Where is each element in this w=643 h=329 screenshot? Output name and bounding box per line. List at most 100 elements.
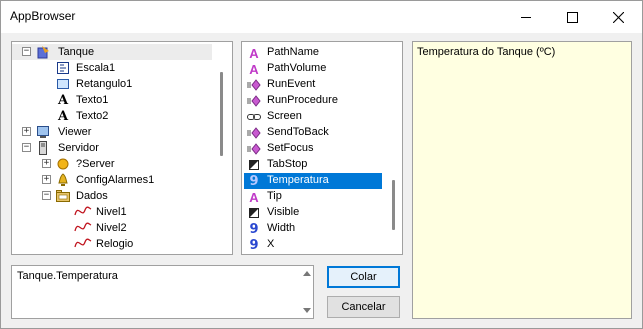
numeric-property-icon: 9 [249, 173, 259, 189]
minimize-button[interactable] [503, 1, 549, 33]
server-icon [36, 141, 50, 155]
property-label: Screen [267, 110, 302, 122]
method-icon [247, 126, 261, 140]
tree-item-label: Dados [76, 190, 108, 202]
description-panel: Temperatura do Tanque (ºC) [412, 41, 632, 319]
object-tree[interactable]: − Tanque Escala1 Retangulo1 A Texto1 A T… [11, 41, 233, 255]
property-scrollbar-thumb[interactable] [392, 180, 395, 230]
tree-item-retangulo1[interactable]: Retangulo1 [12, 76, 212, 92]
tree-item-label: Viewer [58, 126, 92, 138]
paste-button[interactable]: Colar [327, 266, 400, 288]
string-property-icon: A [249, 189, 259, 205]
property-label: PathName [267, 46, 319, 58]
property-label: SetFocus [267, 142, 314, 154]
property-label: TabStop [267, 158, 308, 170]
tree-item-label: Tanque [58, 46, 95, 58]
data-folder-icon [56, 189, 70, 203]
tree-scrollbar-thumb[interactable] [220, 72, 223, 156]
maximize-icon [566, 11, 578, 23]
property-list[interactable]: A PathName A PathVolume RunEvent RunProc… [241, 41, 403, 255]
tree-item-texto2[interactable]: A Texto2 [12, 108, 212, 124]
tag-icon [74, 205, 92, 219]
viewer-icon [36, 125, 50, 139]
window-title: AppBrowser [10, 9, 76, 23]
tree-item-relogio[interactable]: Relogio [12, 236, 212, 252]
appbrowser-window: AppBrowser − Tanque Escala1 Retangulo1 A… [0, 0, 643, 329]
tag-icon [74, 237, 92, 251]
collapse-toggle[interactable]: − [22, 143, 31, 152]
tree-item-viewer[interactable]: + Viewer [12, 124, 212, 140]
property-label: PathVolume [267, 62, 327, 74]
property-label: Temperatura [267, 174, 329, 186]
string-property-icon: A [249, 61, 259, 77]
collapse-toggle[interactable]: − [22, 47, 31, 56]
tree-item-escala1[interactable]: Escala1 [12, 60, 212, 76]
property-item[interactable]: A PathVolume [244, 61, 382, 77]
property-item-selected[interactable]: 9 Temperatura [244, 173, 382, 189]
tag-icon [74, 221, 92, 235]
property-item[interactable]: Visible [244, 205, 382, 221]
container-icon [36, 45, 50, 59]
text-icon: A [57, 92, 69, 108]
tree-item-dados[interactable]: − Dados [12, 188, 212, 204]
object-link-icon [247, 110, 261, 124]
property-label: Visible [267, 206, 300, 218]
property-item[interactable]: Screen [244, 109, 382, 125]
property-label: SendToBack [267, 126, 329, 138]
expand-toggle[interactable]: + [42, 159, 51, 168]
property-item[interactable]: 9 X [244, 237, 382, 253]
rectangle-icon [56, 77, 70, 91]
tree-item-label: Nivel1 [96, 206, 127, 218]
tree-item-label: ConfigAlarmes1 [76, 174, 155, 186]
tree-item-texto1[interactable]: A Texto1 [12, 92, 212, 108]
scroll-up-icon[interactable] [302, 268, 312, 278]
cancel-button[interactable]: Cancelar [327, 296, 400, 318]
maximize-button[interactable] [549, 1, 595, 33]
property-label: Tip [267, 190, 282, 202]
tree-item-nivel1[interactable]: Nivel1 [12, 204, 212, 220]
tree-item-label: Relogio [96, 238, 134, 250]
boolean-property-icon [247, 206, 261, 220]
scroll-down-icon[interactable] [302, 306, 312, 316]
property-item[interactable]: SetFocus [244, 141, 382, 157]
property-item[interactable]: RunProcedure [244, 93, 382, 109]
property-item[interactable]: TabStop [244, 157, 382, 173]
property-item[interactable]: RunEvent [244, 77, 382, 93]
tree-item-label: Servidor [58, 142, 99, 154]
tree-item-tanque[interactable]: − Tanque [12, 44, 212, 60]
expand-toggle[interactable]: + [42, 175, 51, 184]
method-icon [247, 78, 261, 92]
collapse-toggle[interactable]: − [42, 191, 51, 200]
alarm-config-icon [56, 173, 70, 187]
close-button[interactable] [595, 1, 641, 33]
numeric-property-icon: 9 [249, 221, 259, 237]
string-property-icon: A [249, 45, 259, 61]
boolean-property-icon [247, 158, 261, 172]
property-item[interactable]: A PathName [244, 45, 382, 61]
tree-item-server[interactable]: + ?Server [12, 156, 212, 172]
tree-item-label: ?Server [76, 158, 115, 170]
property-item[interactable]: SendToBack [244, 125, 382, 141]
method-icon [247, 94, 261, 108]
tree-item-label: Texto1 [76, 94, 109, 106]
expand-toggle[interactable]: + [22, 127, 31, 136]
numeric-property-icon: 9 [249, 237, 259, 253]
tree-item-servidor[interactable]: − Servidor [12, 140, 212, 156]
minimize-icon [521, 17, 531, 18]
title-bar[interactable]: AppBrowser [1, 1, 642, 33]
property-label: RunProcedure [267, 94, 338, 106]
scale-icon [56, 61, 70, 75]
property-label: RunEvent [267, 78, 316, 90]
expression-value: Tanque.Temperatura [17, 270, 118, 282]
text-icon: A [57, 108, 69, 124]
tree-item-label: Retangulo1 [76, 78, 133, 90]
property-label: Width [267, 222, 296, 234]
property-item[interactable]: 9 Width [244, 221, 382, 237]
tree-item-configalarmes1[interactable]: + ConfigAlarmes1 [12, 172, 212, 188]
property-item[interactable]: A Tip [244, 189, 382, 205]
description-text: Temperatura do Tanque (ºC) [417, 46, 556, 58]
tree-item-nivel2[interactable]: Nivel2 [12, 220, 212, 236]
expression-field[interactable]: Tanque.Temperatura [11, 265, 314, 319]
tree-item-label: Texto2 [76, 110, 109, 122]
tree-item-label: Escala1 [76, 62, 116, 74]
